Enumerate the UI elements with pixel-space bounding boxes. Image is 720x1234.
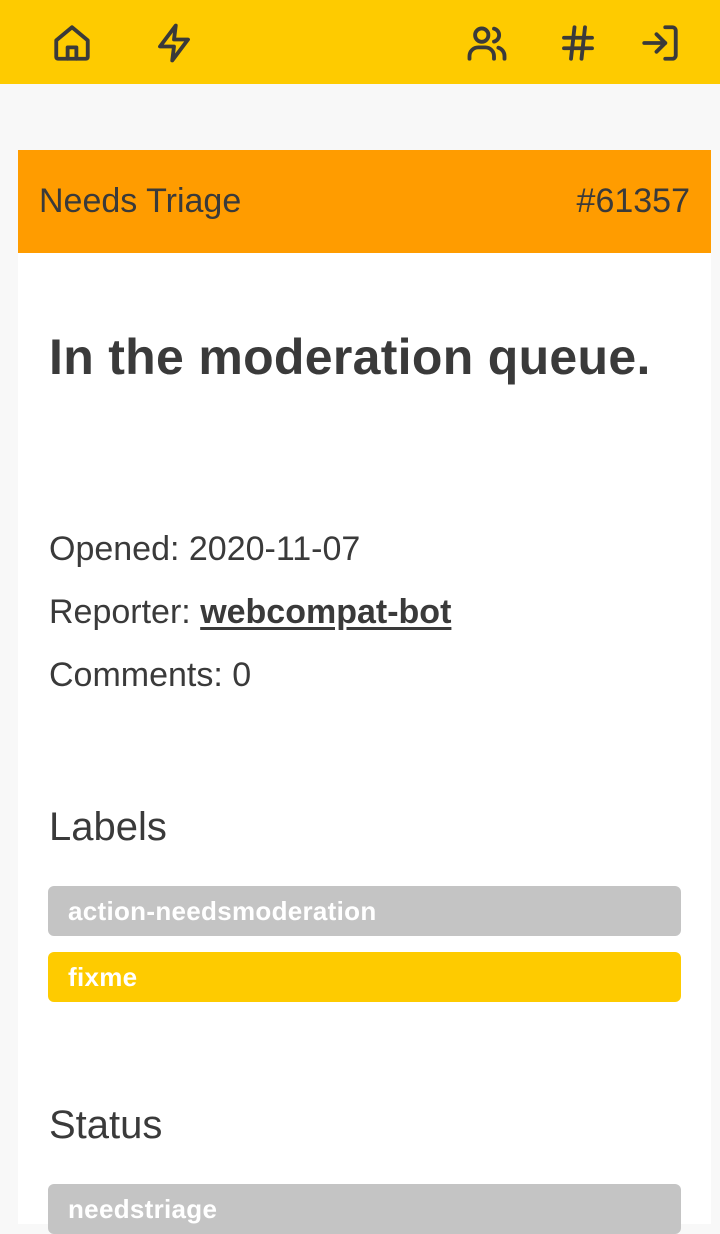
status-pill[interactable]: needstriage <box>48 1184 681 1234</box>
issue-title: In the moderation queue. <box>49 329 651 385</box>
top-nav-bar <box>0 0 720 84</box>
issue-card-header: Needs Triage #61357 <box>18 150 711 253</box>
labels-heading: Labels <box>49 805 167 849</box>
login-icon[interactable] <box>637 20 683 66</box>
reporter-link[interactable]: webcompat-bot <box>200 593 451 631</box>
home-icon[interactable] <box>49 20 95 66</box>
issue-status: Needs Triage <box>39 182 242 220</box>
issue-card: Needs Triage #61357 In the moderation qu… <box>18 150 711 1234</box>
opened-line: Opened: 2020-11-07 <box>49 530 360 569</box>
hash-icon[interactable] <box>555 20 601 66</box>
lightning-icon[interactable] <box>151 20 197 66</box>
users-icon[interactable] <box>464 20 510 66</box>
opened-label: Opened: <box>49 530 189 568</box>
opened-date: 2020-11-07 <box>188 530 361 568</box>
status-heading: Status <box>49 1103 163 1147</box>
label-pill[interactable]: action-needsmoderation <box>48 886 681 936</box>
label-pill[interactable]: fixme <box>48 952 681 1002</box>
comments-line: Comments: 0 <box>49 656 251 695</box>
comments-label: Comments: <box>49 656 233 694</box>
comments-count: 0 <box>232 656 252 694</box>
reporter-label: Reporter: <box>49 593 201 631</box>
issue-number[interactable]: #61357 <box>577 182 690 221</box>
reporter-line: Reporter: webcompat-bot <box>49 593 451 632</box>
